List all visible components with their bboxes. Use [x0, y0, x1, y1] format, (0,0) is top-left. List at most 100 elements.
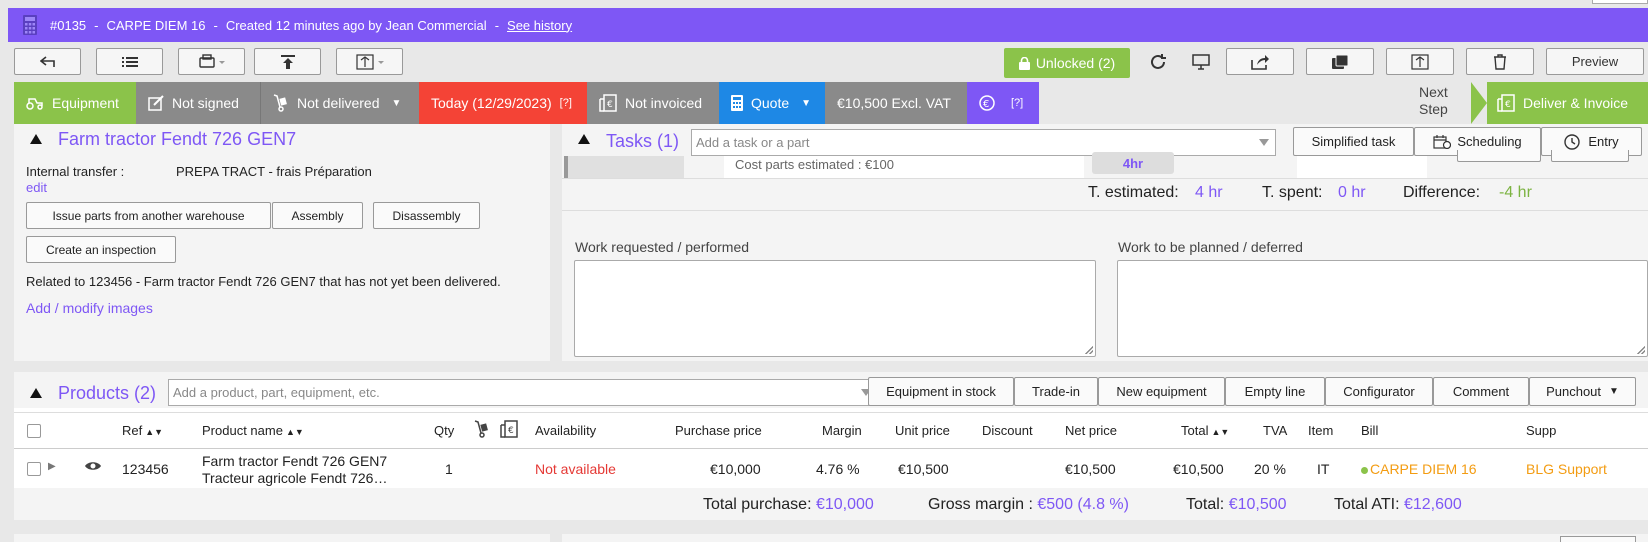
- expand-row-icon[interactable]: ▶: [48, 461, 56, 472]
- hours-badge: 4hr: [1092, 152, 1174, 174]
- created-info: Created 12 minutes ago by Jean Commercia…: [225, 17, 487, 33]
- row-supp[interactable]: BLG Support: [1526, 461, 1607, 477]
- empty-line-button[interactable]: Empty line: [1225, 377, 1325, 406]
- task-row-status-cell: [564, 156, 684, 178]
- punchout-button[interactable]: Punchout ▼: [1529, 377, 1636, 406]
- tasks-title[interactable]: Tasks (1): [606, 131, 679, 152]
- col-total[interactable]: Total ▲▼: [1181, 423, 1229, 438]
- status-date[interactable]: Today (12/29/2023) [?]: [419, 82, 587, 124]
- preview-button[interactable]: Preview: [1546, 48, 1644, 75]
- chevron-down-icon: [1259, 139, 1269, 146]
- new-equipment-button[interactable]: New equipment: [1098, 377, 1225, 406]
- comment-button[interactable]: Comment: [1433, 377, 1529, 406]
- upload-button[interactable]: [254, 48, 321, 75]
- row-unit-price: €10,500: [898, 461, 949, 477]
- edit-link[interactable]: edit: [26, 180, 47, 195]
- split-menu-button[interactable]: [336, 48, 403, 75]
- resize-handle[interactable]: [1637, 346, 1645, 354]
- customer-name: CARPE DIEM 16: [106, 17, 206, 33]
- collapse-icon[interactable]: [30, 134, 42, 144]
- see-history-link[interactable]: See history: [507, 18, 572, 33]
- display-button[interactable]: [1186, 48, 1216, 75]
- row-product-subname-link[interactable]: Tracteur agricole Fendt 726…: [202, 470, 387, 486]
- col-margin: Margin: [822, 423, 862, 438]
- col-total-label: Total: [1181, 423, 1209, 438]
- create-inspection-button[interactable]: Create an inspection: [26, 236, 176, 263]
- list-button[interactable]: [96, 48, 163, 75]
- add-images-link[interactable]: Add / modify images: [26, 300, 153, 316]
- row-checkbox[interactable]: [27, 462, 41, 476]
- col-product-name-label: Product name: [202, 423, 283, 438]
- refresh-button[interactable]: [1143, 48, 1173, 75]
- task-row-invoice-button[interactable]: [1551, 150, 1629, 162]
- col-discount: Discount: [982, 423, 1033, 438]
- col-ref[interactable]: Ref ▲▼: [122, 423, 163, 438]
- task-search-input[interactable]: Add a task or a part: [691, 129, 1276, 156]
- select-all-checkbox[interactable]: [27, 424, 41, 438]
- product-search-input[interactable]: Add a product, part, equipment, etc.: [168, 379, 878, 406]
- status-not-signed[interactable]: Not signed: [136, 82, 260, 124]
- print-icon: [198, 53, 225, 68]
- unlocked-button[interactable]: Unlocked (2): [1004, 48, 1130, 78]
- back-button[interactable]: [14, 48, 81, 75]
- status-quote[interactable]: Quote ▼: [719, 82, 825, 124]
- euro-help[interactable]: [?]: [1011, 97, 1023, 109]
- status-bar: Equipment Not signed Not delivered ▼ Tod…: [14, 82, 1039, 124]
- monitor-icon: [1192, 53, 1210, 70]
- configurator-button[interactable]: Configurator: [1325, 377, 1433, 406]
- resize-handle[interactable]: [1085, 346, 1093, 354]
- row-product-name-link[interactable]: Farm tractor Fendt 726 GEN7: [202, 453, 387, 469]
- unlocked-label: Unlocked (2): [1035, 55, 1116, 71]
- work-planned-textarea[interactable]: [1117, 260, 1648, 357]
- status-quote-label: Quote: [751, 95, 790, 111]
- status-euro[interactable]: € [?]: [967, 82, 1039, 124]
- sort-icon: ▲▼: [1211, 427, 1230, 437]
- row-tva: 20 %: [1254, 461, 1286, 477]
- date-help[interactable]: [?]: [560, 97, 572, 109]
- products-title[interactable]: Products (2): [58, 383, 156, 404]
- divider: [562, 210, 1648, 211]
- calculator-icon: [731, 95, 743, 111]
- collapse-icon[interactable]: [30, 388, 42, 398]
- row-purchase-price: €10,000: [710, 461, 761, 477]
- toolbar: Unlocked (2) Preview: [0, 42, 1648, 82]
- difference-label: Difference:: [1403, 184, 1481, 201]
- task-row-entry-button[interactable]: [1457, 150, 1541, 162]
- delete-button[interactable]: [1466, 48, 1534, 75]
- equipment-title[interactable]: Farm tractor Fendt 726 GEN7: [58, 129, 296, 150]
- work-requested-label: Work requested / performed: [575, 239, 750, 255]
- svg-text:€: €: [1505, 100, 1511, 110]
- trade-in-button[interactable]: Trade-in: [1014, 377, 1098, 406]
- invoice-icon: €: [1497, 94, 1515, 112]
- simplified-task-button[interactable]: Simplified task: [1293, 127, 1414, 156]
- disassembly-button[interactable]: Disassembly: [373, 202, 480, 229]
- next-panel-button[interactable]: [1560, 536, 1636, 542]
- task-search-placeholder: Add a task or a part: [696, 135, 810, 150]
- status-not-signed-label: Not signed: [172, 95, 239, 111]
- split-button[interactable]: [1386, 48, 1454, 75]
- col-product-name[interactable]: Product name ▲▼: [202, 423, 304, 438]
- row-ref-link[interactable]: 123456: [122, 461, 169, 477]
- duplicate-button[interactable]: [1306, 48, 1374, 75]
- row-bill[interactable]: CARPE DIEM 16: [1361, 461, 1477, 477]
- issue-parts-button[interactable]: Issue parts from another warehouse: [26, 202, 271, 229]
- deliver-invoice-button[interactable]: € Deliver & Invoice: [1471, 82, 1648, 124]
- divider: [562, 178, 1648, 179]
- share-button[interactable]: [1226, 48, 1294, 75]
- hand-truck-icon: [273, 94, 289, 112]
- collapse-icon[interactable]: [578, 134, 590, 144]
- gross-margin-label: Gross margin :: [928, 496, 1033, 513]
- col-ref-label: Ref: [122, 423, 143, 438]
- lock-icon: [1018, 56, 1030, 70]
- tractor-icon: [26, 96, 44, 110]
- status-equipment[interactable]: Equipment: [14, 82, 136, 124]
- assembly-button[interactable]: Assembly: [272, 202, 363, 229]
- status-not-invoiced[interactable]: € Not invoiced: [587, 82, 719, 124]
- equipment-in-stock-button[interactable]: Equipment in stock: [868, 377, 1014, 406]
- col-net-price: Net price: [1065, 423, 1118, 438]
- record-id: #0135: [50, 17, 87, 33]
- eye-icon[interactable]: [84, 459, 102, 475]
- status-not-delivered[interactable]: Not delivered ▼: [260, 82, 419, 124]
- print-menu-button[interactable]: [178, 48, 245, 75]
- work-requested-textarea[interactable]: [574, 260, 1096, 357]
